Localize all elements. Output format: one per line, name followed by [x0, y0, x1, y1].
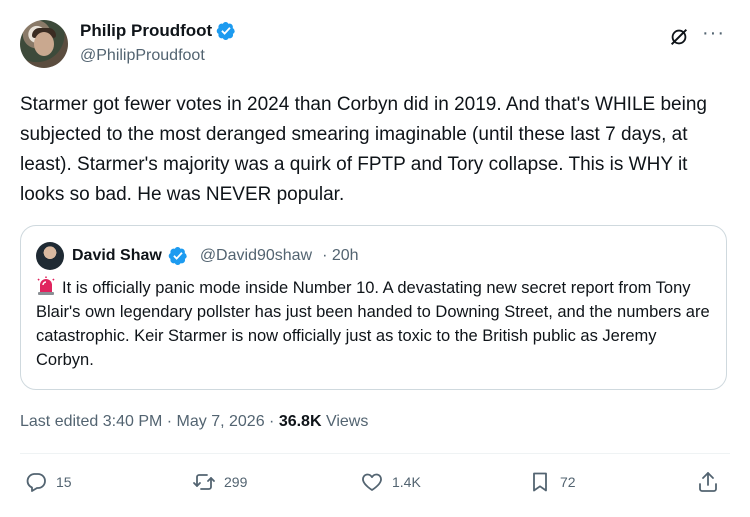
more-icon[interactable]: ···: [702, 23, 724, 48]
tweet-meta: Last edited 3:40 PM · May 7, 2026 · 36.8…: [20, 413, 368, 431]
quoted-tweet-text-block: It is officially panic mode inside Numbe…: [36, 276, 716, 372]
quoted-author-avatar: [36, 242, 64, 270]
share-button[interactable]: [696, 470, 720, 494]
quoted-author-name: David Shaw: [72, 247, 162, 264]
grok-icon[interactable]: [668, 26, 690, 48]
like-button[interactable]: 1.4K: [360, 470, 421, 494]
siren-icon: [37, 276, 55, 295]
bookmark-button[interactable]: 72: [528, 470, 576, 494]
author-handle[interactable]: @PhilipProudfoot: [80, 47, 205, 65]
quoted-tweet-header: David Shaw @David90shaw · 20h: [36, 242, 359, 270]
like-count: 1.4K: [392, 474, 421, 490]
repost-icon: [193, 474, 215, 490]
action-bar: 15 299 1.4K 72: [20, 470, 730, 504]
author-name[interactable]: Philip Proudfoot: [80, 21, 212, 41]
divider: [20, 453, 730, 454]
reply-button[interactable]: 15: [24, 470, 72, 494]
share-icon: [699, 472, 717, 492]
quoted-tweet-time: · 20h: [322, 247, 359, 264]
like-icon: [362, 473, 382, 491]
views-count: 36.8K: [278, 413, 322, 430]
quoted-author-handle: @David90shaw: [199, 247, 313, 264]
author-name-row: Philip Proudfoot: [80, 21, 236, 41]
bookmark-count: 72: [560, 474, 576, 490]
repost-count: 299: [224, 474, 248, 490]
bookmark-icon: [533, 472, 547, 492]
edited-timestamp[interactable]: Last edited 3:40 PM · May 7, 2026 ·: [20, 413, 274, 430]
tweet-header: Philip Proudfoot @PhilipProudfoot ···: [20, 20, 730, 72]
repost-button[interactable]: 299: [192, 470, 247, 494]
verified-badge-icon: [168, 247, 187, 265]
quoted-tweet[interactable]: David Shaw @David90shaw · 20h It is offi…: [20, 225, 727, 390]
views-label: Views: [325, 413, 369, 430]
reply-count: 15: [56, 474, 72, 490]
author-avatar[interactable]: [20, 20, 68, 68]
verified-badge-icon: [216, 22, 235, 40]
reply-icon: [26, 473, 46, 492]
quoted-tweet-text: It is officially panic mode inside Numbe…: [36, 279, 710, 369]
tweet-text: Starmer got fewer votes in 2024 than Cor…: [20, 94, 707, 205]
